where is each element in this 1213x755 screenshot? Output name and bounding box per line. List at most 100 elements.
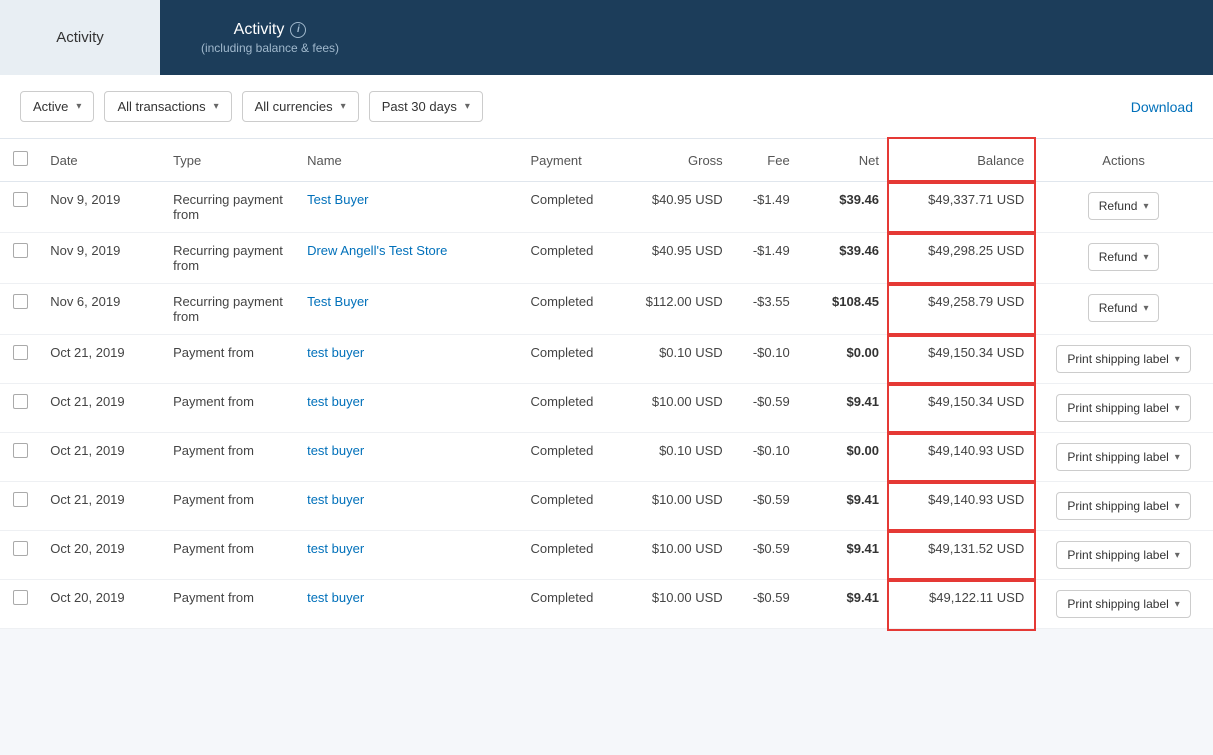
cell-gross: $0.10 USD <box>621 433 733 482</box>
row-checkbox-cell[interactable] <box>0 384 40 433</box>
row-checkbox[interactable] <box>13 345 28 360</box>
cell-payment: Completed <box>520 580 621 629</box>
cell-name[interactable]: Drew Angell's Test Store <box>297 233 520 284</box>
name-link[interactable]: test buyer <box>307 541 364 556</box>
select-all-checkbox[interactable] <box>13 151 28 166</box>
row-checkbox-cell[interactable] <box>0 284 40 335</box>
select-all-header[interactable] <box>0 139 40 182</box>
cell-type: Payment from <box>163 482 297 531</box>
cell-gross: $0.10 USD <box>621 335 733 384</box>
action-label: Print shipping label <box>1067 499 1168 513</box>
chevron-down-icon: ▾ <box>341 101 346 112</box>
action-button[interactable]: Refund ▾ <box>1088 243 1160 271</box>
chevron-down-icon: ▾ <box>465 101 470 112</box>
cell-balance: $49,140.93 USD <box>889 482 1034 531</box>
name-link[interactable]: Drew Angell's Test Store <box>307 243 447 258</box>
action-button[interactable]: Print shipping label ▾ <box>1056 345 1190 373</box>
cell-balance: $49,131.52 USD <box>889 531 1034 580</box>
top-navigation: Activity Activity i (including balance &… <box>0 0 1213 75</box>
cell-date: Nov 9, 2019 <box>40 233 163 284</box>
cell-gross: $40.95 USD <box>621 233 733 284</box>
action-button[interactable]: Print shipping label ▾ <box>1056 492 1190 520</box>
chevron-down-icon: ▾ <box>1175 550 1180 561</box>
cell-name[interactable]: test buyer <box>297 384 520 433</box>
name-link[interactable]: Test Buyer <box>307 192 368 207</box>
name-link[interactable]: test buyer <box>307 345 364 360</box>
table-row: Nov 6, 2019 Recurring payment from Test … <box>0 284 1213 335</box>
action-button[interactable]: Print shipping label ▾ <box>1056 590 1190 618</box>
action-button[interactable]: Print shipping label ▾ <box>1056 541 1190 569</box>
cell-net: $9.41 <box>800 384 889 433</box>
period-filter[interactable]: Past 30 days ▾ <box>369 91 483 122</box>
cell-payment: Completed <box>520 182 621 233</box>
chevron-down-icon: ▾ <box>76 101 81 112</box>
cell-name[interactable]: test buyer <box>297 531 520 580</box>
cell-name[interactable]: test buyer <box>297 433 520 482</box>
row-checkbox[interactable] <box>13 394 28 409</box>
row-checkbox[interactable] <box>13 443 28 458</box>
cell-balance: $49,150.34 USD <box>889 335 1034 384</box>
table-row: Oct 21, 2019 Payment from test buyer Com… <box>0 482 1213 531</box>
table-row: Oct 21, 2019 Payment from test buyer Com… <box>0 384 1213 433</box>
tab-activity-active[interactable]: Activity i (including balance & fees) <box>160 0 380 75</box>
cell-type: Payment from <box>163 335 297 384</box>
row-checkbox[interactable] <box>13 492 28 507</box>
cell-balance: $49,150.34 USD <box>889 384 1034 433</box>
row-checkbox[interactable] <box>13 294 28 309</box>
action-label: Refund <box>1099 301 1138 315</box>
cell-actions: Refund ▾ <box>1034 284 1213 335</box>
tab-activity-active-title: Activity i <box>234 21 307 39</box>
cell-name[interactable]: test buyer <box>297 580 520 629</box>
header-type: Type <box>163 139 297 182</box>
download-button[interactable]: Download <box>1131 99 1193 115</box>
name-link[interactable]: test buyer <box>307 394 364 409</box>
cell-name[interactable]: Test Buyer <box>297 182 520 233</box>
cell-balance: $49,122.11 USD <box>889 580 1034 629</box>
cell-name[interactable]: test buyer <box>297 482 520 531</box>
tab-activity-inactive-label: Activity <box>56 29 104 46</box>
action-button[interactable]: Print shipping label ▾ <box>1056 443 1190 471</box>
cell-type: Payment from <box>163 384 297 433</box>
name-link[interactable]: test buyer <box>307 492 364 507</box>
cell-fee: -$0.10 <box>733 433 800 482</box>
chevron-down-icon: ▾ <box>1175 501 1180 512</box>
row-checkbox-cell[interactable] <box>0 335 40 384</box>
cell-name[interactable]: test buyer <box>297 335 520 384</box>
row-checkbox[interactable] <box>13 243 28 258</box>
header-fee: Fee <box>733 139 800 182</box>
row-checkbox-cell[interactable] <box>0 433 40 482</box>
tab-activity-inactive[interactable]: Activity <box>0 0 160 75</box>
action-button[interactable]: Print shipping label ▾ <box>1056 394 1190 422</box>
cell-fee: -$1.49 <box>733 182 800 233</box>
cell-balance: $49,298.25 USD <box>889 233 1034 284</box>
action-button[interactable]: Refund ▾ <box>1088 294 1160 322</box>
currency-filter[interactable]: All currencies ▾ <box>242 91 359 122</box>
row-checkbox-cell[interactable] <box>0 482 40 531</box>
cell-date: Oct 20, 2019 <box>40 580 163 629</box>
cell-fee: -$0.59 <box>733 384 800 433</box>
table-row: Oct 20, 2019 Payment from test buyer Com… <box>0 531 1213 580</box>
row-checkbox-cell[interactable] <box>0 182 40 233</box>
cell-net: $108.45 <box>800 284 889 335</box>
name-link[interactable]: test buyer <box>307 590 364 605</box>
cell-fee: -$0.10 <box>733 335 800 384</box>
cell-actions: Print shipping label ▾ <box>1034 433 1213 482</box>
type-filter[interactable]: All transactions ▾ <box>104 91 231 122</box>
cell-type: Payment from <box>163 433 297 482</box>
cell-name[interactable]: Test Buyer <box>297 284 520 335</box>
table-row: Nov 9, 2019 Recurring payment from Drew … <box>0 233 1213 284</box>
cell-net: $39.46 <box>800 233 889 284</box>
status-filter[interactable]: Active ▾ <box>20 91 94 122</box>
row-checkbox[interactable] <box>13 590 28 605</box>
action-button[interactable]: Refund ▾ <box>1088 192 1160 220</box>
cell-gross: $112.00 USD <box>621 284 733 335</box>
name-link[interactable]: test buyer <box>307 443 364 458</box>
row-checkbox-cell[interactable] <box>0 580 40 629</box>
row-checkbox[interactable] <box>13 541 28 556</box>
row-checkbox-cell[interactable] <box>0 233 40 284</box>
cell-type: Payment from <box>163 580 297 629</box>
name-link[interactable]: Test Buyer <box>307 294 368 309</box>
row-checkbox-cell[interactable] <box>0 531 40 580</box>
cell-date: Oct 21, 2019 <box>40 335 163 384</box>
row-checkbox[interactable] <box>13 192 28 207</box>
